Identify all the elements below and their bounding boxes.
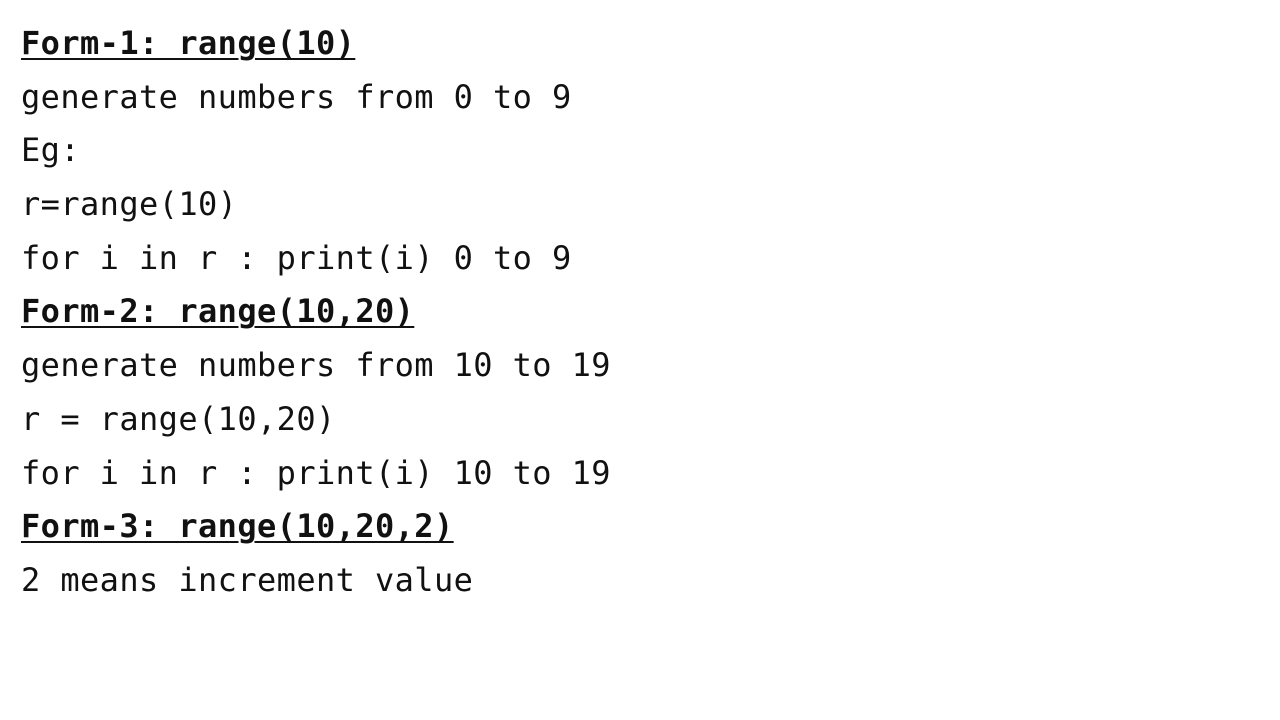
form-2-heading: Form-2: range(10,20) [21, 292, 415, 331]
form-2-code-loop: for i in r : print(i) 10 to 19 [21, 453, 611, 492]
form-2-description: generate numbers from 10 to 19 [21, 346, 611, 385]
form-2-code-assign: r = range(10,20) [21, 399, 336, 438]
form-3-description: 2 means increment value [21, 560, 474, 599]
example-label: Eg: [21, 131, 80, 170]
slide-content: Form-1: range(10) generate numbers from … [21, 17, 1261, 608]
form-1-code-assign: r=range(10) [21, 185, 238, 224]
form-1-description: generate numbers from 0 to 9 [21, 77, 572, 116]
form-1-code-loop: for i in r : print(i) 0 to 9 [21, 238, 572, 277]
form-3-heading: Form-3: range(10,20,2) [21, 507, 454, 546]
form-1-heading: Form-1: range(10) [21, 24, 356, 62]
